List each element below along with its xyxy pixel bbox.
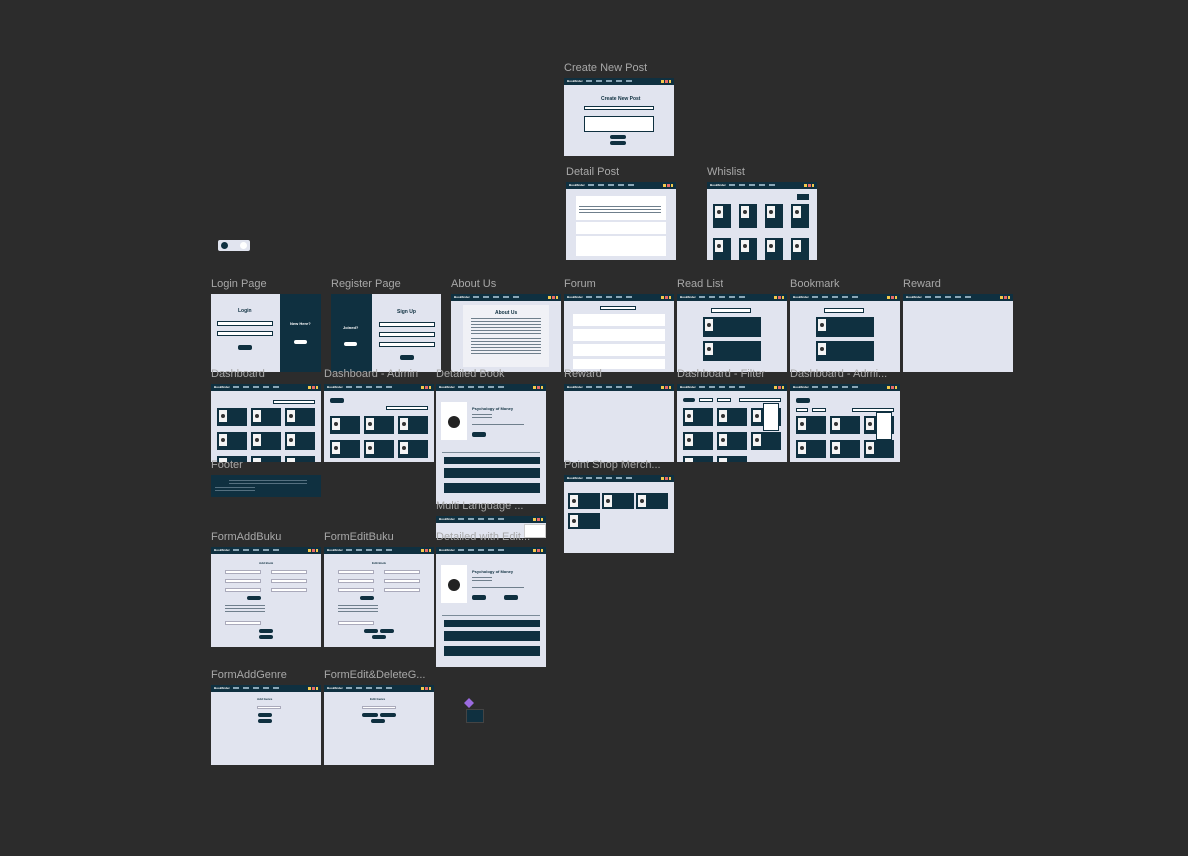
login-side-text: New Here? [290,321,311,326]
frame-label-form-edit-delete-genre: FormEdit&DeleteG... [324,669,426,681]
frame-label-footer: Footer [211,459,243,471]
theme-toggle-icon[interactable] [218,240,250,251]
add-book-heading: Add Book [259,561,274,565]
frame-read-list[interactable]: Bookfinder [677,294,787,372]
frame-form-edit-delete-genre[interactable]: Bookfinder Edit Genre [324,685,434,765]
frame-label-form-add-genre: FormAddGenre [211,669,287,681]
frame-dashboard-filter[interactable]: Bookfinder [677,384,787,462]
frame-form-add-buku[interactable]: Bookfinder Add Book [211,547,321,647]
frame-dashboard[interactable]: Bookfinder [211,384,321,462]
frame-label-detail-post: Detail Post [566,166,620,178]
frame-label-reward-mid: Reward [564,368,602,380]
detailed-book-title: Psychology of Money [472,406,514,411]
frame-label-form-edit-buku: FormEditBuku [324,531,394,543]
frame-detail-post[interactable]: Bookfinder [566,182,676,260]
create-post-heading: Create New Post [601,96,641,102]
frame-label-read-list: Read List [677,278,724,290]
frame-register-page[interactable]: Joined? Sign Up [331,294,441,372]
frame-whislist[interactable]: Bookfinder [707,182,817,260]
frame-label-point-shop: Point Shop Merch... [564,459,661,471]
frame-create-new-post[interactable]: Bookfinder Create New Post [564,78,674,156]
frame-bookmark[interactable]: Bookfinder [790,294,900,372]
frame-label-detailed-edit: Detailed with Edit... [436,531,531,543]
component-icon[interactable] [464,695,474,708]
frame-reward-mid[interactable]: Bookfinder [564,384,674,462]
component-instance[interactable] [466,709,484,723]
frame-label-bookmark: Bookmark [790,278,840,290]
frame-label-reward-top: Reward [903,278,941,290]
signup-heading: Sign Up [397,309,416,315]
frame-label-form-add-buku: FormAddBuku [211,531,282,543]
frame-label-register-page: Register Page [331,278,401,290]
frame-label-detailed-book: Detailed Book [436,368,505,380]
frame-label-forum: Forum [564,278,596,290]
edit-book-heading: Edit Book [372,561,386,565]
frame-label-login-page: Login Page [211,278,267,290]
edit-genre-heading: Edit Genre [370,697,386,701]
frame-label-dashboard-admin-filter: Dashboard - Admi... [790,368,888,380]
frame-label-whislist: Whislist [707,166,745,178]
frame-forum[interactable]: Bookfinder [564,294,674,372]
frame-detailed-edit[interactable]: Bookfinder Psychology of Money [436,547,546,667]
register-side-text: Joined? [343,325,359,330]
detailed-edit-book-title: Psychology of Money [472,569,514,574]
frame-point-shop[interactable]: Bookfinder [564,475,674,553]
frame-label-dashboard: Dashboard [211,368,265,380]
frame-detailed-book[interactable]: Bookfinder Psychology of Money [436,384,546,504]
login-heading: Login [238,308,252,314]
frame-label-create-new-post: Create New Post [564,62,648,74]
about-heading: About Us [495,310,518,316]
frame-label-dashboard-admin: Dashboard - Admin [324,368,419,380]
frame-login-page[interactable]: Login New Here? [211,294,321,372]
frame-form-edit-buku[interactable]: Bookfinder Edit Book [324,547,434,647]
frame-form-add-genre[interactable]: Bookfinder Add Genre [211,685,321,765]
frame-dashboard-admin[interactable]: Bookfinder [324,384,434,462]
frame-reward-top[interactable]: Bookfinder [903,294,1013,372]
frame-label-dashboard-filter: Dashboard - Filter [677,368,766,380]
add-genre-heading: Add Genre [257,697,273,701]
frame-label-about-us: About Us [451,278,497,290]
frame-label-multi-language: Multi Language ... [436,500,524,512]
frame-footer[interactable] [211,475,321,497]
frame-about-us[interactable]: Bookfinder About Us [451,294,561,372]
frame-dashboard-admin-filter[interactable]: Bookfinder [790,384,900,462]
